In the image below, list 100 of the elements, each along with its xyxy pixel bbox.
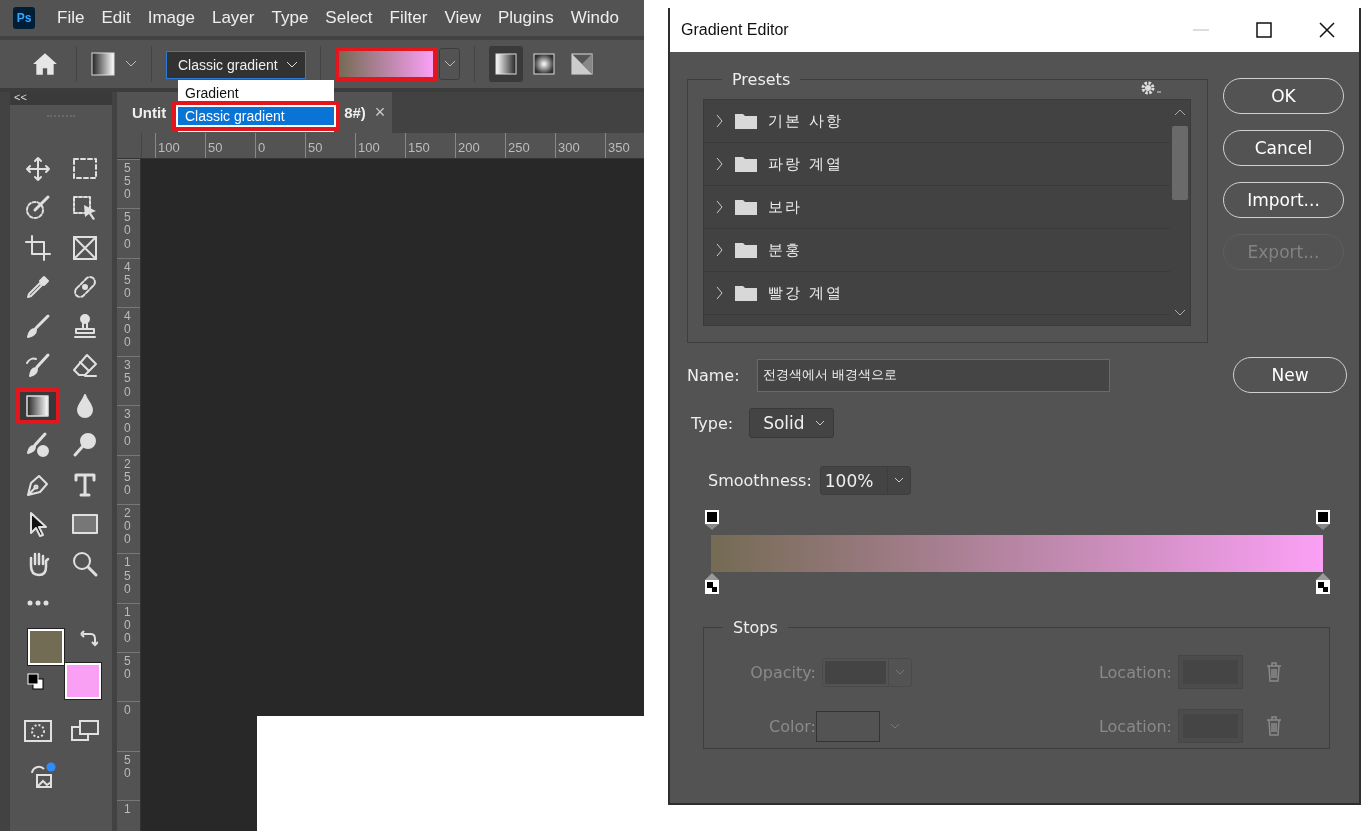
dialog-button[interactable]: Import... — [1223, 182, 1344, 218]
ruler-label: 500 — [124, 211, 132, 251]
folder-name: 빨강 계열 — [768, 283, 843, 303]
menu-item[interactable]: Filter — [389, 8, 428, 28]
ruler-label: 400 — [124, 309, 132, 350]
preset-folder-row[interactable]: 보라 — [704, 186, 1170, 229]
default-colors-icon[interactable] — [27, 673, 45, 691]
gradient-preview[interactable] — [335, 47, 437, 81]
folder-icon — [734, 241, 758, 259]
ruler-label: 50 — [305, 133, 355, 158]
menu-item[interactable]: Type — [271, 8, 309, 28]
group-label: Stops — [732, 618, 779, 637]
ruler-label: 150 — [405, 133, 455, 158]
tab-title: 8#) — [344, 104, 366, 121]
generate-image-icon[interactable] — [28, 762, 58, 791]
folder-name: 기본 사항 — [768, 111, 843, 131]
ruler-label: 450 — [124, 260, 132, 301]
caret-icon — [286, 61, 298, 69]
folder-icon — [734, 155, 758, 173]
group-label: Presets — [731, 70, 792, 89]
tool-button[interactable] — [15, 387, 60, 424]
crop-icon — [22, 232, 53, 263]
caret-icon — [895, 668, 905, 676]
folder-icon — [734, 112, 758, 130]
caret-icon — [815, 419, 826, 427]
ruler-label: 350 — [605, 133, 644, 158]
swap-arrows-icon[interactable] — [80, 629, 98, 647]
ruler-label: 300 — [555, 133, 605, 158]
menu-item[interactable]: File — [57, 8, 85, 28]
folder-name: 분홍 — [768, 240, 802, 260]
scroll-down-icon[interactable] — [1174, 309, 1186, 317]
ruler-label: 100 — [155, 133, 205, 158]
menu-option[interactable]: Gradient — [178, 81, 334, 101]
foreground-color-swatch[interactable] — [28, 629, 64, 665]
ruler-label: 50 — [124, 654, 132, 682]
menu-item[interactable]: View — [444, 8, 481, 28]
menu-item[interactable]: Windo — [570, 8, 619, 28]
type-label: Type: — [691, 413, 734, 433]
ruler-label: 250 — [505, 133, 555, 158]
ruler-label: 300 — [124, 408, 132, 449]
app-logo[interactable]: Ps — [13, 7, 35, 29]
type-dropdown[interactable]: Solid — [749, 408, 835, 438]
chevron-icon[interactable] — [716, 114, 724, 128]
folder-icon — [734, 284, 758, 302]
preset-folder-row[interactable]: 파랑 계열 — [704, 143, 1170, 186]
gradient-type-button[interactable] — [489, 46, 523, 82]
ruler-label: 550 — [124, 162, 132, 202]
ruler-label: 0 — [255, 133, 305, 158]
smoothness-label: Smoothness: — [708, 471, 812, 490]
folder-name: 파랑 계열 — [768, 154, 843, 174]
folder-name: 보라 — [768, 197, 802, 217]
name-field[interactable]: 전경색에서 배경색으로 — [756, 358, 1110, 392]
ruler-label: 50 — [205, 133, 255, 158]
close-icon[interactable] — [1318, 21, 1336, 39]
new-button[interactable]: New — [1233, 357, 1347, 393]
ruler-label: 0 — [124, 704, 132, 718]
menu-item[interactable]: Edit — [101, 8, 131, 28]
tab-title: Untit — [132, 104, 167, 121]
home-icon[interactable] — [32, 52, 58, 76]
ruler-label: 200 — [124, 507, 132, 547]
folder-icon — [734, 198, 758, 216]
chevron-icon[interactable] — [716, 286, 724, 300]
preset-folder-row[interactable]: 빨강 계열 — [704, 272, 1170, 315]
close-tab-button[interactable]: × — [374, 102, 386, 123]
caret-icon — [893, 477, 904, 484]
collapse-button[interactable]: << — [14, 91, 27, 103]
menu-item[interactable]: Select — [325, 8, 373, 28]
dialog-button[interactable]: Cancel — [1223, 130, 1344, 166]
ruler-label: 100 — [124, 605, 132, 646]
preset-folder-row[interactable]: 기본 사항 — [704, 100, 1170, 143]
ruler-label: 150 — [124, 556, 132, 596]
menu-item[interactable]: Image — [147, 8, 195, 28]
menu-item[interactable]: Plugins — [497, 8, 554, 28]
caret-icon — [443, 60, 456, 68]
caret-icon[interactable] — [125, 60, 137, 68]
smoothness-field[interactable]: 100% — [819, 466, 911, 495]
color-stop-handle[interactable] — [1315, 572, 1331, 596]
ruler-label: 200 — [455, 133, 505, 158]
dialog-button[interactable]: OK — [1223, 78, 1344, 114]
color-stop-handle[interactable] — [704, 572, 720, 596]
settings-icon[interactable] — [1140, 80, 1162, 96]
ruler-label: 50 — [124, 753, 132, 780]
more-icon — [25, 599, 50, 608]
maximize-icon[interactable] — [1255, 21, 1273, 39]
menu-item[interactable]: Layer — [211, 8, 255, 28]
chevron-icon[interactable] — [716, 243, 724, 257]
mode-dropdown[interactable]: Classic gradient — [166, 51, 306, 79]
background-color-swatch[interactable] — [65, 663, 101, 699]
scroll-up-icon[interactable] — [1174, 108, 1186, 116]
preset-folder-row[interactable]: 분홍 — [704, 229, 1170, 272]
window-title: Gradient Editor — [681, 21, 790, 39]
opacity-stop-handle[interactable] — [1315, 509, 1331, 531]
screen-mode-icon[interactable] — [69, 717, 100, 744]
ruler-label: 250 — [124, 457, 132, 498]
chevron-icon[interactable] — [716, 200, 724, 214]
chevron-icon[interactable] — [716, 157, 724, 171]
opacity-stop-handle[interactable] — [704, 509, 720, 531]
menu-option[interactable]: Classic gradient — [172, 101, 340, 131]
gradient-preset-icon[interactable] — [91, 52, 117, 76]
quick-mask-icon[interactable] — [22, 717, 53, 744]
